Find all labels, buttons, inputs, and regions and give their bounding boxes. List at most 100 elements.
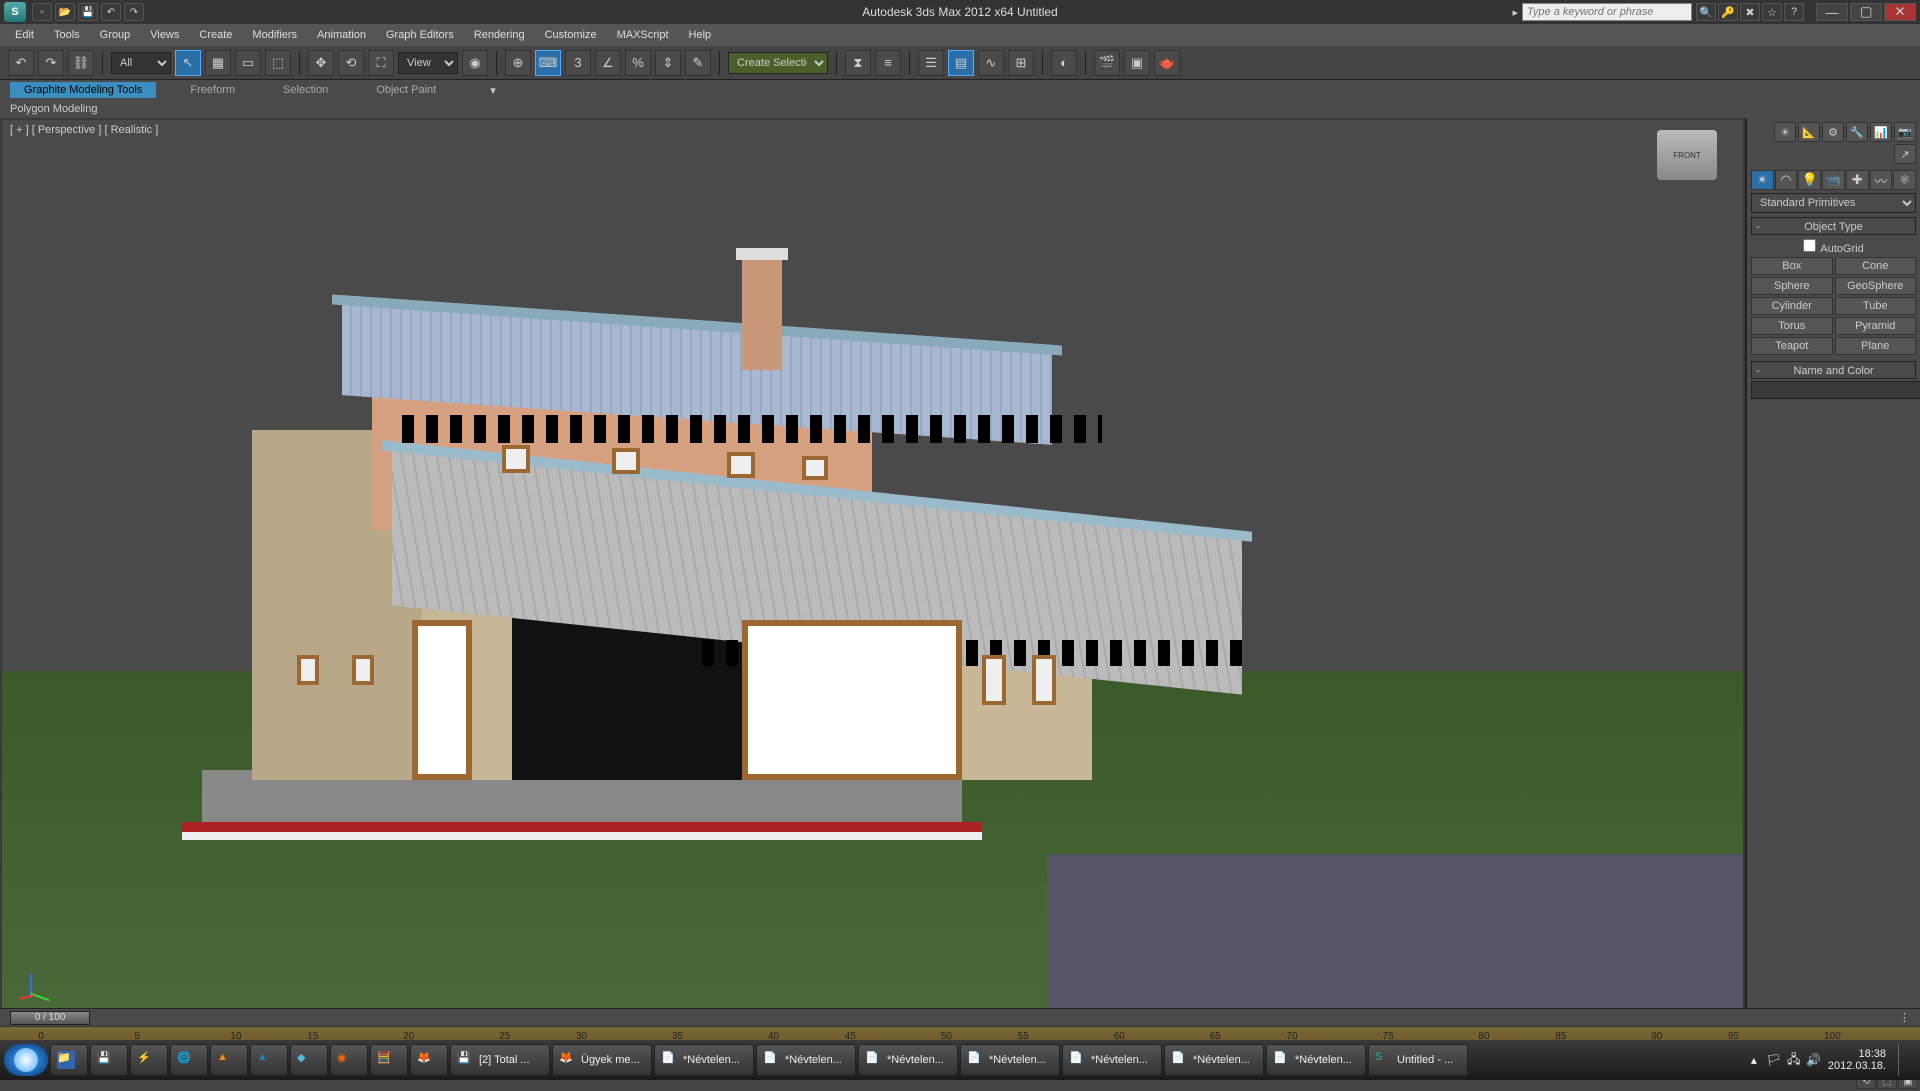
selection-filter-combo[interactable]: All — [111, 52, 171, 74]
show-desktop-button[interactable] — [1898, 1044, 1908, 1076]
cp-pin1-icon[interactable]: 📐 — [1798, 122, 1820, 142]
lights-tab-icon[interactable]: 💡 — [1798, 170, 1821, 190]
render-setup-icon[interactable]: 🎬 — [1094, 50, 1120, 76]
qat-redo-icon[interactable]: ↷ — [124, 3, 144, 21]
menu-rendering[interactable]: Rendering — [474, 29, 525, 41]
edit-named-icon[interactable]: ✎ — [685, 50, 711, 76]
rotate-icon[interactable]: ⟲ — [338, 50, 364, 76]
exchange-icon[interactable]: ✖ — [1740, 3, 1760, 21]
timeslider-arrows-icon[interactable]: ⋮ — [1899, 1011, 1910, 1024]
task-item-8[interactable]: 📄*Névtelen... — [1266, 1044, 1366, 1076]
tab-graphite[interactable]: Graphite Modeling Tools — [10, 82, 156, 98]
autogrid-checkbox[interactable] — [1803, 239, 1816, 252]
select-object-icon[interactable]: ↖ — [175, 50, 201, 76]
tray-vol-icon[interactable]: 🔊 — [1806, 1052, 1822, 1068]
pin-explorer-icon[interactable]: 📁 — [50, 1044, 88, 1076]
obj-geosphere-button[interactable]: GeoSphere — [1835, 277, 1917, 295]
angle-snap-icon[interactable]: ∠ — [595, 50, 621, 76]
render-icon[interactable]: 🫖 — [1154, 50, 1180, 76]
link-icon[interactable]: ⛓ — [68, 50, 94, 76]
infocenter-arrow-icon[interactable]: ▸ — [1512, 6, 1518, 19]
create-category-combo[interactable]: Standard Primitives — [1751, 193, 1916, 213]
pin-winamp-icon[interactable]: ⚡ — [130, 1044, 168, 1076]
search-input[interactable] — [1522, 3, 1692, 21]
cp-pin5-icon[interactable]: 📷 — [1894, 122, 1916, 142]
rollout-name-color[interactable]: Name and Color — [1751, 361, 1916, 379]
pin-app3-icon[interactable]: ◆ — [290, 1044, 328, 1076]
obj-cylinder-button[interactable]: Cylinder — [1751, 297, 1833, 315]
rendered-frame-icon[interactable]: ▣ — [1124, 50, 1150, 76]
ref-coord-combo[interactable]: View — [398, 52, 458, 74]
binoculars-icon[interactable]: 🔍 — [1696, 3, 1716, 21]
shapes-tab-icon[interactable]: ◠ — [1775, 170, 1798, 190]
select-window-icon[interactable]: ⬚ — [265, 50, 291, 76]
minimize-button[interactable]: — — [1816, 3, 1848, 21]
schematic-icon[interactable]: ⊞ — [1008, 50, 1034, 76]
pin-browser-icon[interactable]: 🌐 — [170, 1044, 208, 1076]
obj-box-button[interactable]: Box — [1751, 257, 1833, 275]
pin-app2-icon[interactable]: ▲ — [250, 1044, 288, 1076]
cp-pin2-icon[interactable]: ⚙ — [1822, 122, 1844, 142]
curve-editor-icon[interactable]: ∿ — [978, 50, 1004, 76]
taskbar-clock[interactable]: 18:38 2012.03.18. — [1828, 1048, 1886, 1072]
menu-tools[interactable]: Tools — [54, 29, 80, 41]
obj-teapot-button[interactable]: Teapot — [1751, 337, 1833, 355]
menu-grapheditors[interactable]: Graph Editors — [386, 29, 454, 41]
start-button[interactable] — [4, 1044, 48, 1076]
object-name-input[interactable] — [1751, 381, 1920, 399]
pivot-icon[interactable]: ◉ — [462, 50, 488, 76]
spinner-snap-icon[interactable]: ⇕ — [655, 50, 681, 76]
manipulate-icon[interactable]: ⊕ — [505, 50, 531, 76]
obj-pyramid-button[interactable]: Pyramid — [1835, 317, 1917, 335]
redo-icon[interactable]: ↷ — [38, 50, 64, 76]
layers-icon[interactable]: ☰ — [918, 50, 944, 76]
cameras-tab-icon[interactable]: 📹 — [1822, 170, 1845, 190]
star-icon[interactable]: ☆ — [1762, 3, 1782, 21]
help-icon[interactable]: ? — [1784, 3, 1804, 21]
select-rect-icon[interactable]: ▭ — [235, 50, 261, 76]
viewport-label[interactable]: [ + ] [ Perspective ] [ Realistic ] — [10, 124, 158, 136]
rollout-object-type[interactable]: Object Type — [1751, 217, 1916, 235]
menu-create[interactable]: Create — [199, 29, 232, 41]
menu-modifiers[interactable]: Modifiers — [252, 29, 297, 41]
cp-lock-icon[interactable]: ☀ — [1774, 122, 1796, 142]
pin-calc-icon[interactable]: 🧮 — [370, 1044, 408, 1076]
cp-pin3-icon[interactable]: 🔧 — [1846, 122, 1868, 142]
tab-objectpaint[interactable]: Object Paint — [362, 82, 450, 98]
menu-animation[interactable]: Animation — [317, 29, 366, 41]
undo-icon[interactable]: ↶ — [8, 50, 34, 76]
pin-app4-icon[interactable]: ◉ — [330, 1044, 368, 1076]
task-item-0[interactable]: 💾[2] Total ... — [450, 1044, 550, 1076]
ribbon-toggle-icon[interactable]: ▤ — [948, 50, 974, 76]
create-tab-icon[interactable]: ✴ — [1751, 170, 1774, 190]
task-item-3[interactable]: 📄*Névtelen... — [756, 1044, 856, 1076]
tray-flag-icon[interactable]: 🏳 — [1766, 1052, 1782, 1068]
systems-tab-icon[interactable]: ⚛ — [1893, 170, 1916, 190]
cp-pin6-icon[interactable]: ↗ — [1894, 144, 1916, 164]
menu-group[interactable]: Group — [100, 29, 131, 41]
menu-maxscript[interactable]: MAXScript — [617, 29, 669, 41]
maximize-button[interactable]: ▢ — [1850, 3, 1882, 21]
menu-help[interactable]: Help — [689, 29, 712, 41]
select-name-icon[interactable]: ▦ — [205, 50, 231, 76]
tray-up-icon[interactable]: ▴ — [1746, 1052, 1762, 1068]
task-item-2[interactable]: 📄*Névtelen... — [654, 1044, 754, 1076]
tab-freeform[interactable]: Freeform — [176, 82, 249, 98]
move-icon[interactable]: ✥ — [308, 50, 334, 76]
mirror-icon[interactable]: ⧗ — [845, 50, 871, 76]
tab-selection[interactable]: Selection — [269, 82, 342, 98]
viewcube[interactable]: FRONT — [1657, 130, 1717, 180]
qat-save-icon[interactable]: 💾 — [78, 3, 98, 21]
qat-new-icon[interactable]: ▫ — [32, 3, 52, 21]
pin-app1-icon[interactable]: ▲ — [210, 1044, 248, 1076]
close-button[interactable]: ✕ — [1884, 3, 1916, 21]
align-icon[interactable]: ≡ — [875, 50, 901, 76]
task-item-9[interactable]: SUntitled - ... — [1368, 1044, 1468, 1076]
snap-toggle-icon[interactable]: 3 — [565, 50, 591, 76]
ribbon-panel-label[interactable]: Polygon Modeling — [0, 100, 1920, 118]
task-item-5[interactable]: 📄*Névtelen... — [960, 1044, 1060, 1076]
obj-cone-button[interactable]: Cone — [1835, 257, 1917, 275]
viewport[interactable]: [ + ] [ Perspective ] [ Realistic ] FRON… — [0, 118, 1745, 1040]
keyboard-shortcut-icon[interactable]: ⌨ — [535, 50, 561, 76]
task-item-1[interactable]: 🦊Ügyek me... — [552, 1044, 652, 1076]
